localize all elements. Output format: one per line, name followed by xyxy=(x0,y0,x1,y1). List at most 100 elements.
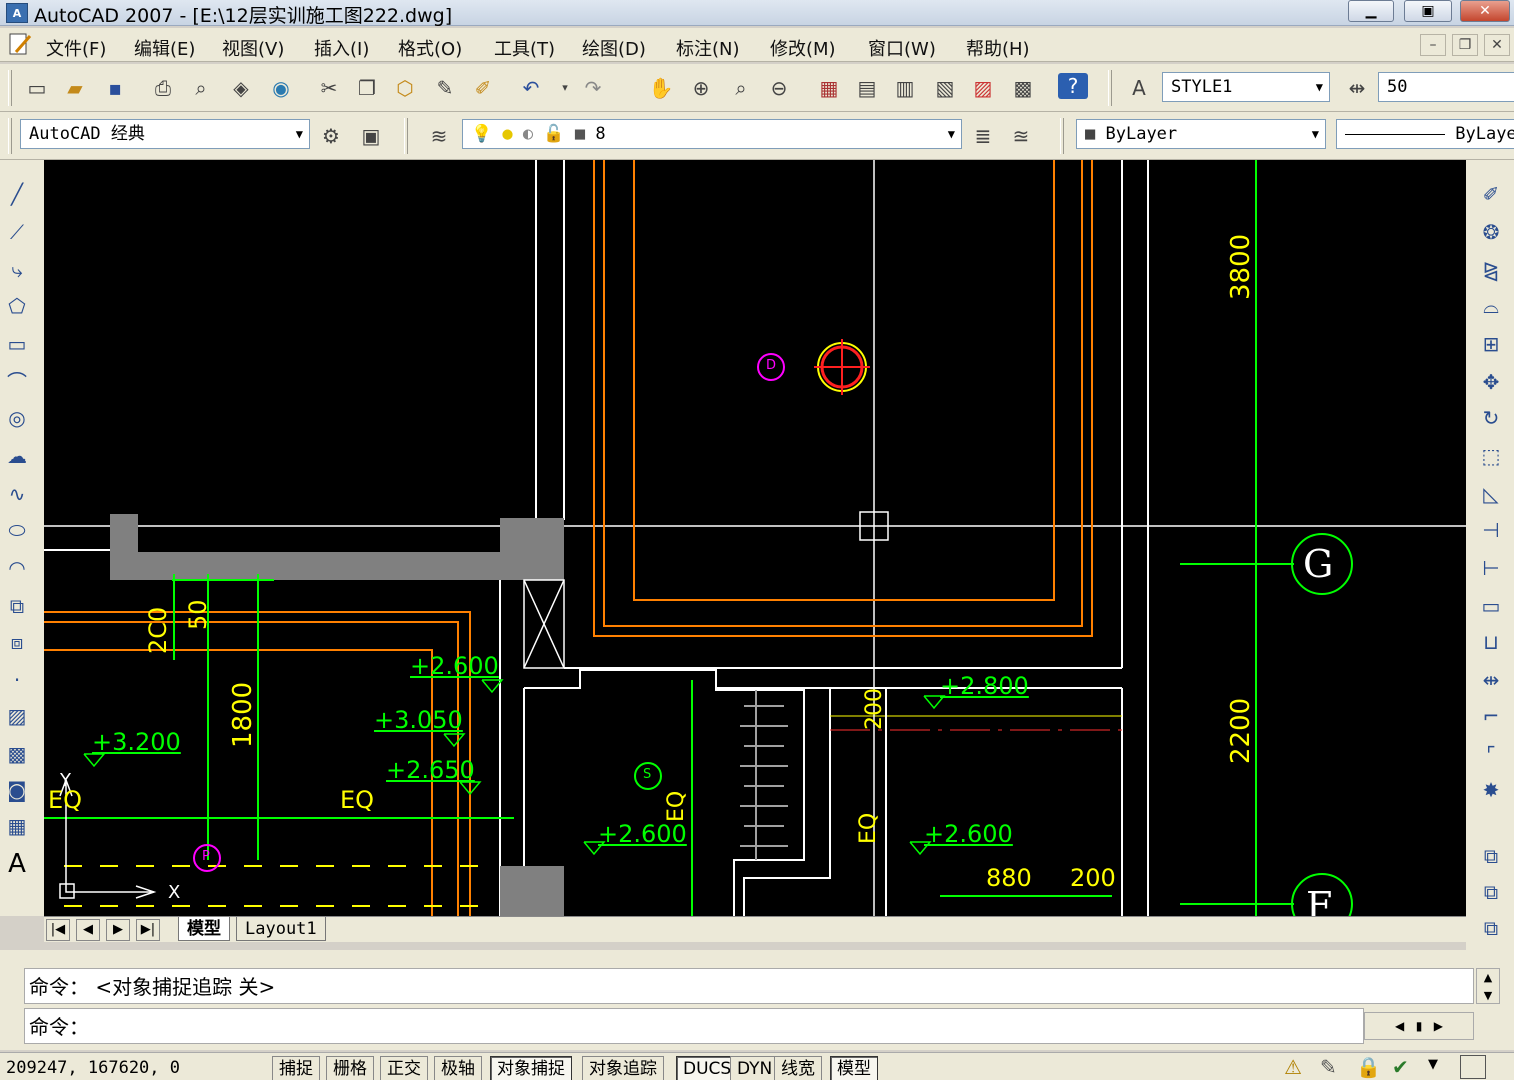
next-tab-icon[interactable]: ▶ xyxy=(106,919,130,941)
construction-line-icon[interactable]: ⟋ xyxy=(2,216,32,248)
save-icon[interactable]: ▪ xyxy=(100,73,130,103)
web-icon[interactable]: ◉ xyxy=(266,73,296,103)
circle-icon[interactable]: ◎ xyxy=(2,402,32,434)
model-toggle[interactable]: 模型 xyxy=(830,1056,878,1080)
last-tab-icon[interactable]: ▶| xyxy=(136,919,160,941)
undo-icon[interactable]: ↶ xyxy=(516,73,546,103)
menu-tools[interactable]: 工具(T) xyxy=(494,35,555,61)
pan-icon[interactable]: ✋ xyxy=(646,73,676,103)
polyline-icon[interactable]: ⤷ xyxy=(2,254,32,286)
spline-icon[interactable]: ∿ xyxy=(2,478,32,510)
color-select[interactable]: ■ ByLayer ▼ xyxy=(1076,119,1326,149)
doc-restore-button[interactable]: ❐ xyxy=(1452,34,1478,56)
tool-palettes-icon[interactable]: ▥ xyxy=(890,73,920,103)
hatch-icon[interactable]: ▨ xyxy=(2,700,32,732)
drawing-document-icon[interactable] xyxy=(8,32,34,56)
draw-order-front-icon[interactable]: ⧉ xyxy=(1476,876,1506,908)
command-hscrollbar[interactable]: ◀ ▮ ▶ xyxy=(1364,1012,1474,1040)
update-icon[interactable]: ✔ xyxy=(1392,1055,1409,1079)
workspace-save-icon[interactable]: ▣ xyxy=(356,121,386,151)
menu-view[interactable]: 视图(V) xyxy=(222,35,284,61)
undo-dropdown-icon[interactable]: ▾ xyxy=(550,73,580,103)
snap-toggle[interactable]: 捕捉 xyxy=(272,1056,320,1080)
tray-settings-icon[interactable]: ✎ xyxy=(1320,1055,1337,1079)
move-icon[interactable]: ✥ xyxy=(1476,366,1506,398)
draw-order-icon[interactable]: ⧉ xyxy=(1476,840,1506,872)
menu-file[interactable]: 文件(F) xyxy=(46,35,106,61)
menu-help[interactable]: 帮助(H) xyxy=(966,35,1030,61)
menu-insert[interactable]: 插入(I) xyxy=(314,35,369,61)
text-style-icon[interactable]: A xyxy=(1124,73,1154,103)
maximize-button[interactable]: ▣ xyxy=(1404,0,1452,22)
region-icon[interactable]: ◙ xyxy=(2,774,32,806)
extend-icon[interactable]: ⊢ xyxy=(1476,552,1506,584)
layer-manager-icon[interactable]: ≋ xyxy=(424,121,454,151)
offset-icon[interactable]: ⌓ xyxy=(1476,290,1506,322)
revision-cloud-icon[interactable]: ☁ xyxy=(2,440,32,472)
line-icon[interactable]: ╱ xyxy=(2,178,32,210)
layer-previous-icon[interactable]: ≊ xyxy=(1006,121,1036,151)
copy-object-icon[interactable]: ❂ xyxy=(1476,216,1506,248)
menu-dimension[interactable]: 标注(N) xyxy=(676,35,740,61)
layer-select[interactable]: 💡 ● ◐ 🔓 ■ 8 ▼ xyxy=(462,119,962,149)
text-style-select[interactable]: STYLE1 ▼ xyxy=(1162,72,1330,102)
polar-toggle[interactable]: 极轴 xyxy=(434,1056,482,1080)
help-icon[interactable]: ? xyxy=(1058,73,1088,99)
communication-center-icon[interactable]: ⚠ xyxy=(1284,1055,1302,1079)
draw-order-back-icon[interactable]: ⧉ xyxy=(1476,912,1506,944)
menu-edit[interactable]: 编辑(E) xyxy=(134,35,195,61)
polygon-icon[interactable]: ⬠ xyxy=(2,290,32,322)
zoom-previous-icon[interactable]: ⊖ xyxy=(764,73,794,103)
redo-icon[interactable]: ↷ xyxy=(578,73,608,103)
make-current-layer-icon[interactable]: ≣ xyxy=(968,121,998,151)
calculator-icon[interactable]: ▩ xyxy=(1008,73,1038,103)
workspace-select[interactable]: AutoCAD 经典 ▼ xyxy=(20,119,310,149)
sheet-set-icon[interactable]: ▧ xyxy=(930,73,960,103)
menu-draw[interactable]: 绘图(D) xyxy=(582,35,646,61)
linetype-select[interactable]: ByLayer xyxy=(1336,119,1514,149)
command-scrollbar[interactable]: ▲ ▼ xyxy=(1476,968,1500,1004)
mirror-icon[interactable]: ⧎ xyxy=(1476,254,1506,286)
make-block-icon[interactable]: ⧈ xyxy=(2,626,32,658)
lineweight-toggle[interactable]: 线宽 xyxy=(774,1056,822,1080)
paste-icon[interactable]: ⬡ xyxy=(390,73,420,103)
toolbar-grip[interactable] xyxy=(1108,70,1112,106)
toolbar-grip[interactable] xyxy=(1060,118,1064,154)
toolbar-grip[interactable] xyxy=(8,70,12,106)
join-icon[interactable]: ⇹ xyxy=(1476,664,1506,696)
dyn-toggle[interactable]: DYN xyxy=(730,1056,780,1080)
doc-close-button[interactable]: ✕ xyxy=(1484,34,1510,56)
first-tab-icon[interactable]: |◀ xyxy=(46,919,70,941)
cut-icon[interactable]: ✂ xyxy=(314,73,344,103)
ortho-toggle[interactable]: 正交 xyxy=(380,1056,428,1080)
array-icon[interactable]: ⊞ xyxy=(1476,328,1506,360)
multiline-text-icon[interactable]: A xyxy=(2,848,32,880)
break-icon[interactable]: ⊔ xyxy=(1476,626,1506,658)
dim-style-icon[interactable]: ⇹ xyxy=(1342,73,1372,103)
rectangle-icon[interactable]: ▭ xyxy=(2,328,32,360)
stretch-icon[interactable]: ◺ xyxy=(1476,478,1506,510)
erase-icon[interactable]: ✐ xyxy=(1476,178,1506,210)
open-file-icon[interactable]: ▰ xyxy=(60,73,90,103)
otrack-toggle[interactable]: 对象追踪 xyxy=(582,1056,664,1080)
grid-toggle[interactable]: 栅格 xyxy=(326,1056,374,1080)
match-properties-icon[interactable]: ✎ xyxy=(430,73,460,103)
break-at-point-icon[interactable]: ▭ xyxy=(1476,590,1506,622)
fillet-icon[interactable]: ⌜ xyxy=(1476,738,1506,770)
osnap-toggle[interactable]: 对象捕捉 xyxy=(490,1056,572,1080)
table-icon[interactable]: ▦ xyxy=(2,810,32,842)
publish-icon[interactable]: ◈ xyxy=(226,73,256,103)
chamfer-icon[interactable]: ⌐ xyxy=(1476,700,1506,732)
ellipse-icon[interactable]: ⬭ xyxy=(2,514,32,546)
ducs-toggle[interactable]: DUCS xyxy=(676,1056,739,1080)
prev-tab-icon[interactable]: ◀ xyxy=(76,919,100,941)
block-editor-icon[interactable]: ✐ xyxy=(468,73,498,103)
zoom-window-icon[interactable]: ⌕ xyxy=(726,73,756,103)
trim-icon[interactable]: ⊣ xyxy=(1476,514,1506,546)
doc-minimize-button[interactable]: – xyxy=(1420,34,1446,56)
zoom-realtime-icon[interactable]: ⊕ xyxy=(686,73,716,103)
command-input[interactable]: 命令： xyxy=(24,1008,1364,1044)
print-preview-icon[interactable]: ⌕ xyxy=(186,73,216,103)
markup-icon[interactable]: ▨ xyxy=(968,73,998,103)
menu-window[interactable]: 窗口(W) xyxy=(868,35,936,61)
